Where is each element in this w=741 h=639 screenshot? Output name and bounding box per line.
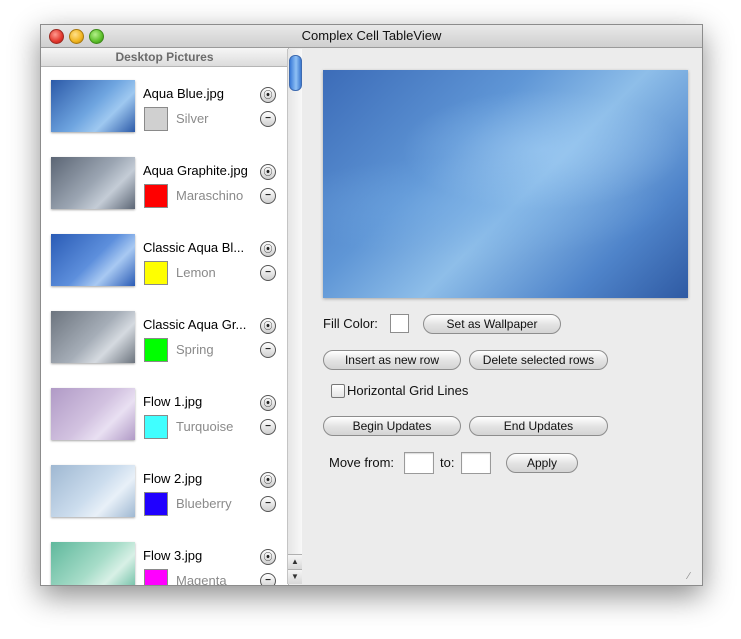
- table-row[interactable]: Aqua Graphite.jpg Maraschino ⦿ −: [41, 157, 288, 234]
- set-wallpaper-button[interactable]: Set as Wallpaper: [423, 314, 561, 334]
- thumbnail-image: [51, 465, 135, 517]
- table-row[interactable]: Classic Aqua Gr... Spring ⦿ −: [41, 311, 288, 388]
- color-name: Lemon: [176, 265, 216, 280]
- table-row[interactable]: Flow 1.jpg Turquoise ⦿ −: [41, 388, 288, 465]
- move-from-label: Move from:: [329, 455, 395, 470]
- info-icon[interactable]: ⦿: [260, 318, 276, 334]
- file-name: Classic Aqua Bl...: [143, 240, 245, 255]
- delete-rows-button[interactable]: Delete selected rows: [469, 350, 608, 370]
- table-row[interactable]: Aqua Blue.jpg Silver ⦿ −: [41, 80, 288, 157]
- scroll-thumb[interactable]: [289, 55, 302, 91]
- color-swatch[interactable]: [144, 415, 168, 439]
- move-to-field[interactable]: [461, 452, 491, 474]
- color-swatch[interactable]: [144, 492, 168, 516]
- info-icon[interactable]: ⦿: [260, 164, 276, 180]
- color-swatch[interactable]: [144, 107, 168, 131]
- insert-row-button[interactable]: Insert as new row: [323, 350, 461, 370]
- file-name: Aqua Blue.jpg: [143, 86, 224, 101]
- remove-icon[interactable]: −: [260, 265, 276, 281]
- file-name: Flow 3.jpg: [143, 548, 203, 563]
- table-row[interactable]: Flow 3.jpg Magenta ⦿ −: [41, 542, 288, 585]
- info-icon[interactable]: ⦿: [260, 87, 276, 103]
- thumbnail-image: [51, 542, 135, 585]
- title-bar[interactable]: Complex Cell TableView: [41, 25, 702, 48]
- remove-icon[interactable]: −: [260, 419, 276, 435]
- thumbnail-image: [51, 80, 135, 132]
- color-name: Turquoise: [176, 419, 234, 434]
- color-name: Magenta: [176, 573, 227, 585]
- table-row[interactable]: Classic Aqua Bl... Lemon ⦿ −: [41, 234, 288, 311]
- scroll-up-arrow-icon[interactable]: ▲: [288, 554, 302, 569]
- thumbnail-image: [51, 234, 135, 286]
- remove-icon[interactable]: −: [260, 496, 276, 512]
- thumbnail-image: [51, 311, 135, 363]
- file-name: Classic Aqua Gr...: [143, 317, 247, 332]
- info-icon[interactable]: ⦿: [260, 472, 276, 488]
- color-name: Spring: [176, 342, 214, 357]
- color-swatch[interactable]: [144, 569, 168, 585]
- remove-icon[interactable]: −: [260, 573, 276, 585]
- fill-color-well[interactable]: [390, 314, 409, 333]
- color-name: Silver: [176, 111, 209, 126]
- info-icon[interactable]: ⦿: [260, 241, 276, 257]
- thumbnail-image: [51, 157, 135, 209]
- scroll-down-arrow-icon[interactable]: ▼: [288, 569, 302, 584]
- color-name: Blueberry: [176, 496, 232, 511]
- color-name: Maraschino: [176, 188, 244, 203]
- remove-icon[interactable]: −: [260, 342, 276, 358]
- end-updates-button[interactable]: End Updates: [469, 416, 608, 436]
- grid-lines-label[interactable]: Horizontal Grid Lines: [347, 383, 468, 398]
- wallpaper-preview-image: [323, 70, 688, 298]
- table-row[interactable]: Flow 2.jpg Blueberry ⦿ −: [41, 465, 288, 542]
- file-name: Aqua Graphite.jpg: [143, 163, 248, 178]
- color-swatch[interactable]: [144, 338, 168, 362]
- color-swatch[interactable]: [144, 184, 168, 208]
- file-name: Flow 2.jpg: [143, 471, 203, 486]
- file-name: Flow 1.jpg: [143, 394, 203, 409]
- apply-button[interactable]: Apply: [506, 453, 578, 473]
- info-icon[interactable]: ⦿: [260, 395, 276, 411]
- move-from-field[interactable]: [404, 452, 434, 474]
- column-header[interactable]: Desktop Pictures: [41, 48, 288, 67]
- info-icon[interactable]: ⦿: [260, 549, 276, 565]
- remove-icon[interactable]: −: [260, 188, 276, 204]
- fill-color-label: Fill Color:: [323, 316, 378, 331]
- window-title: Complex Cell TableView: [301, 28, 442, 43]
- vertical-scrollbar[interactable]: ▲ ▼: [287, 49, 302, 584]
- resize-grip-icon[interactable]: ∕: [688, 571, 700, 583]
- color-swatch[interactable]: [144, 261, 168, 285]
- remove-icon[interactable]: −: [260, 111, 276, 127]
- thumbnail-image: [51, 388, 135, 440]
- move-to-label: to:: [440, 455, 455, 470]
- begin-updates-button[interactable]: Begin Updates: [323, 416, 461, 436]
- pictures-table[interactable]: Desktop Pictures Aqua Blue.jpg Silver ⦿ − Aq…: [41, 48, 289, 585]
- main-window: Complex Cell TableView Desktop Pictures …: [40, 24, 703, 586]
- grid-lines-checkbox[interactable]: [331, 384, 345, 398]
